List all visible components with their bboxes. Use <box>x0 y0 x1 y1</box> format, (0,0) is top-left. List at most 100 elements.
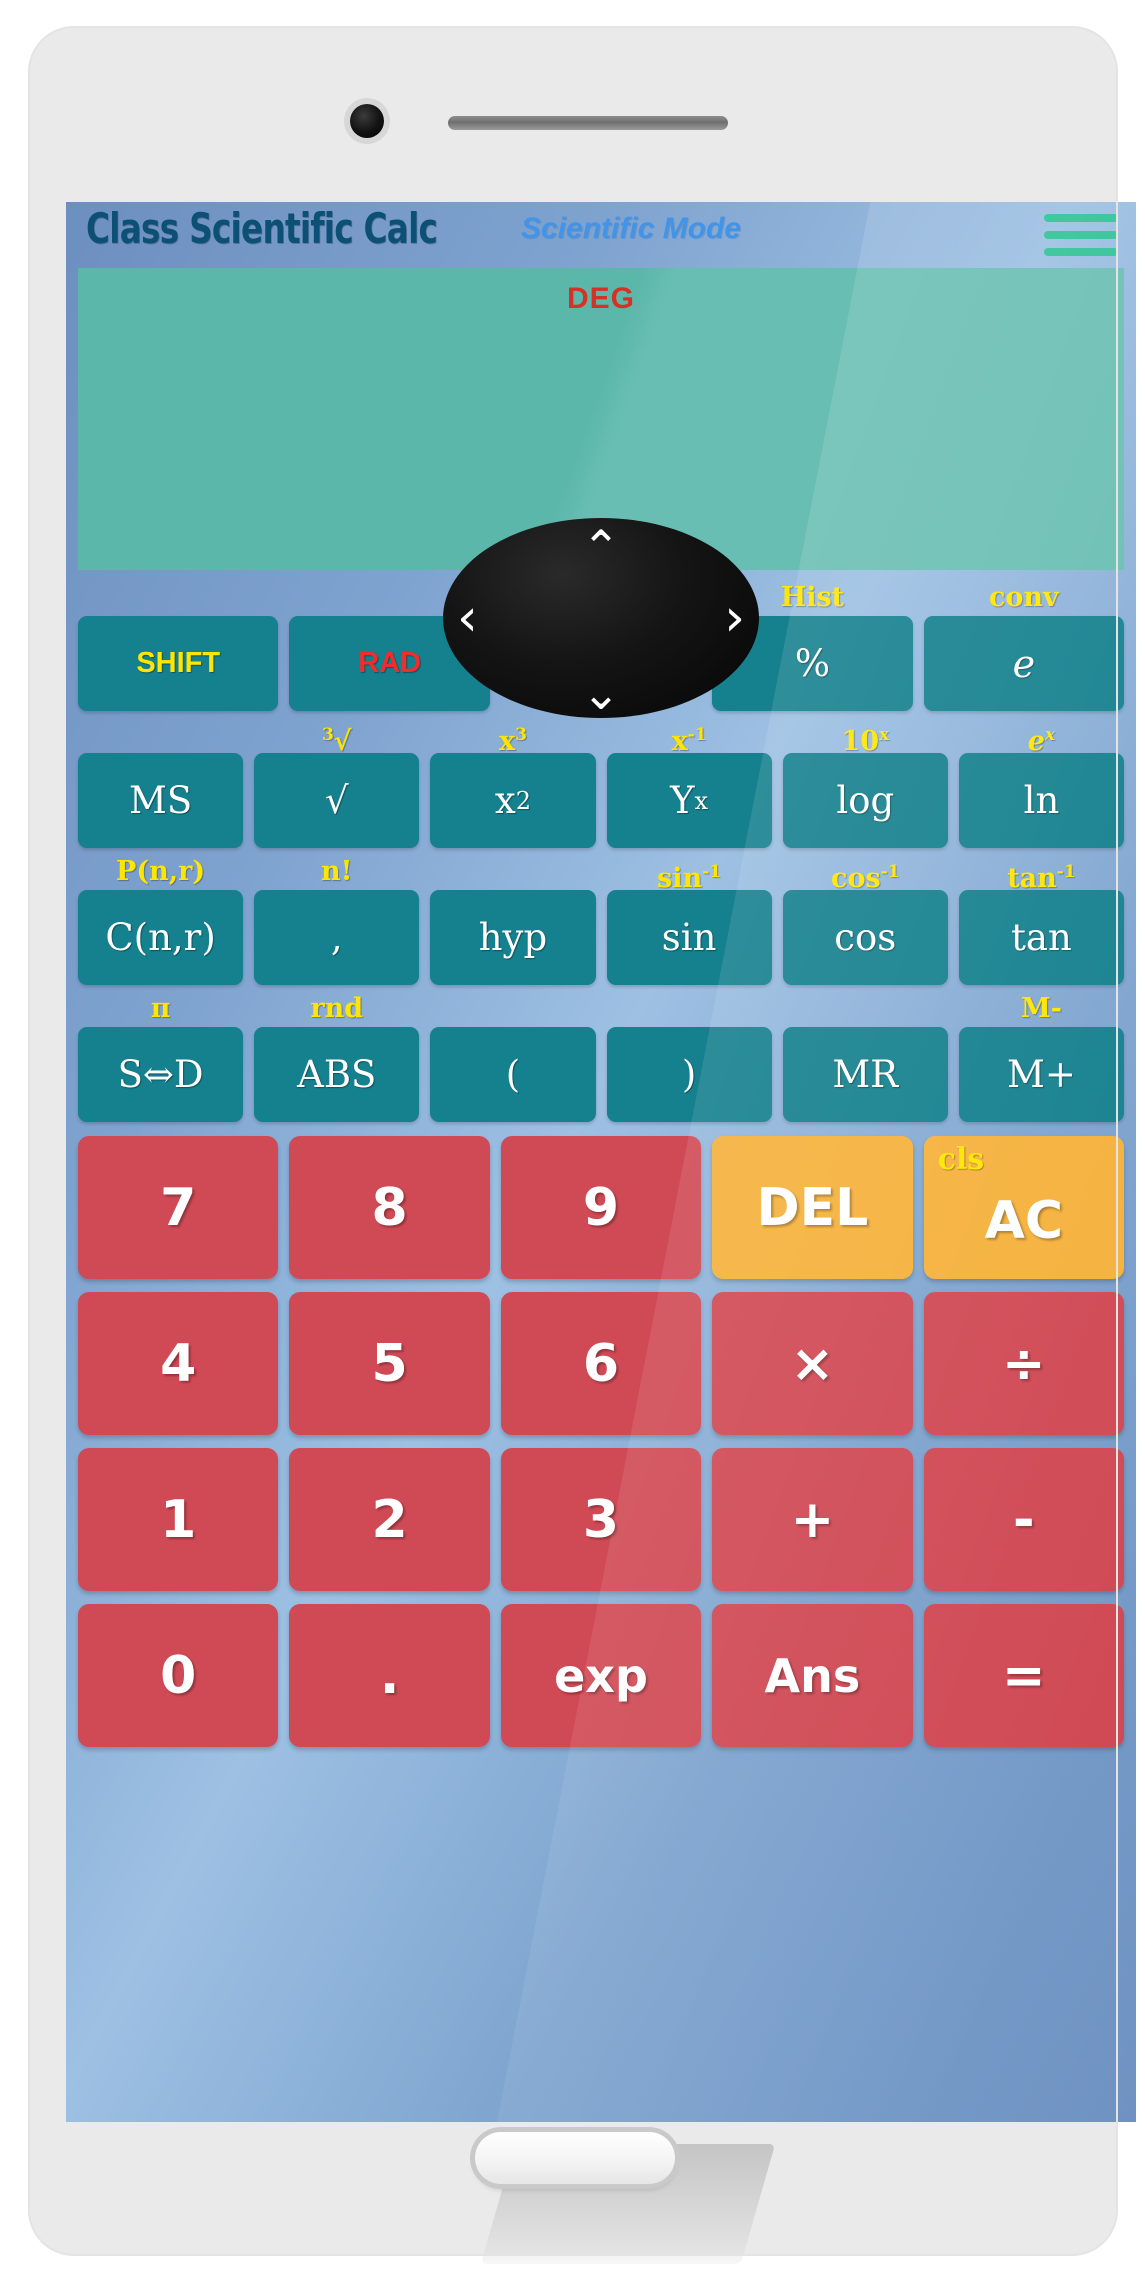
key-cell-combination: P(n,r) C(n,r) <box>78 854 244 985</box>
key-cell-sin: sin-1 sin <box>606 854 772 985</box>
hyp-secondary-label <box>430 854 595 890</box>
decimal-point-button[interactable]: . <box>289 1604 490 1747</box>
pi-secondary-label[interactable]: π <box>78 991 243 1027</box>
digit-4-button[interactable]: 4 <box>78 1292 279 1435</box>
mr-secondary-label <box>783 991 948 1027</box>
all-clear-label: AC <box>984 1190 1064 1251</box>
close-parenthesis-button[interactable]: ) <box>606 1027 772 1122</box>
cos-button[interactable]: cos <box>782 890 948 985</box>
hyperbolic-button[interactable]: hyp <box>430 890 596 985</box>
memory-subtract-secondary-label[interactable]: M- <box>959 991 1124 1027</box>
function-row-1: SHIFT RAD ⌃ ⌄ ‹ › Hist % conv e <box>78 518 1125 718</box>
key-cell-comma: n! , <box>254 854 420 985</box>
memory-recall-button[interactable]: MR <box>782 1027 948 1122</box>
arccos-exp: -1 <box>880 862 900 882</box>
key-cell-shift: SHIFT <box>78 580 279 711</box>
open-paren-secondary-label <box>430 991 595 1027</box>
dpad-left-icon[interactable]: ‹ <box>457 592 478 644</box>
digit-5-button[interactable]: 5 <box>289 1292 490 1435</box>
sin-button[interactable]: sin <box>606 890 772 985</box>
digit-6-button[interactable]: 6 <box>500 1292 702 1435</box>
divide-button[interactable]: ÷ <box>923 1292 1125 1435</box>
clear-screen-secondary-label[interactable]: cls <box>938 1142 985 1177</box>
shift-button[interactable]: SHIFT <box>78 616 279 711</box>
hamburger-menu-icon[interactable] <box>1044 214 1118 258</box>
permutation-secondary-label[interactable]: P(n,r) <box>78 854 243 890</box>
dpad-right-icon[interactable]: › <box>724 592 745 644</box>
number-row-3: 1 2 3 + - <box>78 1448 1125 1591</box>
key-cell-log: 10x log <box>782 717 948 848</box>
key-cell-cos: cos-1 cos <box>782 854 948 985</box>
front-camera-icon <box>350 104 384 138</box>
digit-7-button[interactable]: 7 <box>78 1136 279 1279</box>
memory-add-button[interactable]: M+ <box>958 1027 1125 1122</box>
dpad-up-icon[interactable]: ⌃ <box>582 524 621 570</box>
key-cell-m-plus: M- M+ <box>958 991 1125 1122</box>
digit-2-button[interactable]: 2 <box>289 1448 490 1591</box>
app-screen: Class Scientific Calc Scientific Mode DE… <box>66 202 1136 2122</box>
dpad-down-icon[interactable]: ⌄ <box>582 670 621 716</box>
x-squared-button[interactable]: x2 <box>430 753 596 848</box>
arctan-secondary-label[interactable]: tan-1 <box>959 854 1124 894</box>
arctan-base: tan <box>1007 863 1057 894</box>
number-keypad: 7 8 9 DEL cls AC 4 5 6 × ÷ 1 2 3 + - 0 .… <box>66 1136 1136 1747</box>
x-squared-base: x <box>494 779 516 822</box>
direction-pad[interactable]: ⌃ ⌄ ‹ › <box>443 518 760 718</box>
digit-8-button[interactable]: 8 <box>289 1136 490 1279</box>
exponent-button[interactable]: exp <box>500 1604 702 1747</box>
phone-device-frame: Class Scientific Calc Scientific Mode DE… <box>28 26 1136 2264</box>
angle-unit-indicator: DEG <box>566 282 635 315</box>
tan-button[interactable]: tan <box>958 890 1125 985</box>
key-cell-x-squared: x3 x2 <box>430 717 596 848</box>
round-secondary-label[interactable]: rnd <box>254 991 419 1027</box>
factorial-secondary-label[interactable]: n! <box>254 854 419 890</box>
digit-1-button[interactable]: 1 <box>78 1448 279 1591</box>
home-button[interactable] <box>475 2132 675 2184</box>
standard-decimal-toggle-button[interactable]: S⇔D <box>78 1027 244 1122</box>
all-clear-button[interactable]: cls AC <box>923 1136 1125 1279</box>
conv-secondary-label[interactable]: conv <box>924 580 1124 616</box>
cube-root-secondary-label[interactable]: 3√ <box>254 717 419 757</box>
delete-button[interactable]: DEL <box>712 1136 913 1279</box>
answer-button[interactable]: Ans <box>712 1604 913 1747</box>
key-cell-abs: rnd ABS <box>254 991 420 1122</box>
key-cell-mr: MR <box>782 991 948 1122</box>
open-parenthesis-button[interactable]: ( <box>430 1027 596 1122</box>
memory-store-button[interactable]: MS <box>78 753 244 848</box>
plus-button[interactable]: + <box>712 1448 913 1591</box>
minus-button[interactable]: - <box>923 1448 1125 1591</box>
ten-to-x-secondary-label[interactable]: 10x <box>783 717 948 757</box>
key-cell-open-paren: ( <box>430 991 596 1122</box>
key-cell-dpad: ⌃ ⌄ ‹ › <box>443 518 760 718</box>
key-cell-hyp: hyp <box>430 854 596 985</box>
digit-9-button[interactable]: 9 <box>500 1136 702 1279</box>
ms-secondary-label <box>78 717 243 753</box>
calculator-mode-label: Scientific Mode <box>521 212 742 245</box>
function-row-2: MS 3√ √ x3 x2 x-1 Yx 10x log ex ln <box>78 717 1125 848</box>
arcsin-secondary-label[interactable]: sin-1 <box>607 854 772 894</box>
comma-button[interactable]: , <box>254 890 420 985</box>
digit-0-button[interactable]: 0 <box>78 1604 279 1747</box>
ln-button[interactable]: ln <box>958 753 1125 848</box>
log-button[interactable]: log <box>782 753 948 848</box>
multiply-button[interactable]: × <box>712 1292 913 1435</box>
x-inverse-base: x <box>671 726 688 757</box>
equals-button[interactable]: = <box>923 1604 1125 1747</box>
cube-root-index: 3 <box>321 725 334 745</box>
key-cell-sqrt: 3√ √ <box>254 717 420 848</box>
x-inverse-secondary-label[interactable]: x-1 <box>607 717 772 757</box>
key-cell-tan: tan-1 tan <box>958 854 1125 985</box>
y-to-the-x-button[interactable]: Yx <box>606 753 772 848</box>
combination-button[interactable]: C(n,r) <box>78 890 244 985</box>
arcsin-base: sin <box>657 863 703 894</box>
x-cubed-secondary-label[interactable]: x3 <box>430 717 595 757</box>
key-cell-e: conv e <box>923 580 1125 711</box>
digit-3-button[interactable]: 3 <box>500 1448 702 1591</box>
square-root-button[interactable]: √ <box>254 753 420 848</box>
euler-e-button[interactable]: e <box>923 616 1125 711</box>
app-header: Class Scientific Calc Scientific Mode <box>66 202 1136 266</box>
x-inverse-exp: -1 <box>687 725 707 745</box>
arccos-secondary-label[interactable]: cos-1 <box>783 854 948 894</box>
absolute-value-button[interactable]: ABS <box>254 1027 420 1122</box>
e-to-x-secondary-label[interactable]: ex <box>959 717 1124 757</box>
